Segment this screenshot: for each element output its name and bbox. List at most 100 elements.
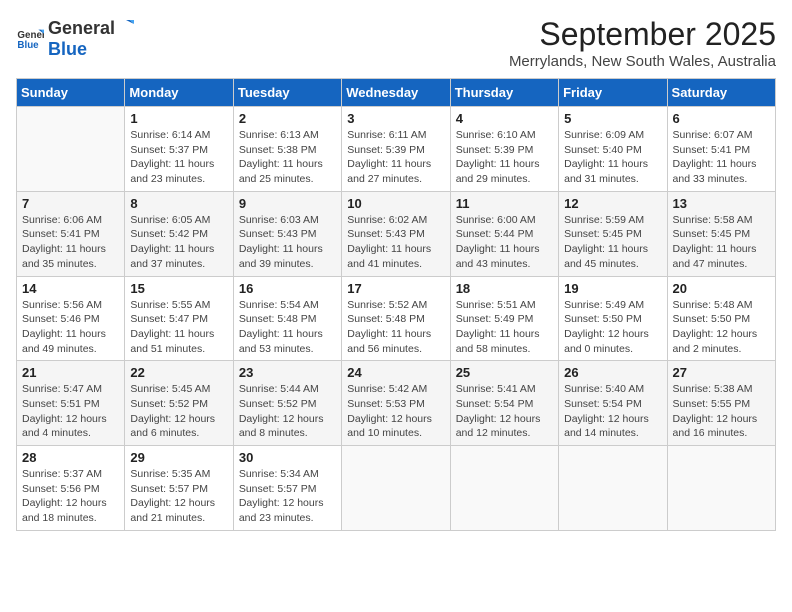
calendar-cell: 16Sunrise: 5:54 AM Sunset: 5:48 PM Dayli… [233,276,341,361]
calendar-cell: 3Sunrise: 6:11 AM Sunset: 5:39 PM Daylig… [342,107,450,192]
day-info: Sunrise: 5:59 AM Sunset: 5:45 PM Dayligh… [564,213,661,272]
day-info: Sunrise: 5:37 AM Sunset: 5:56 PM Dayligh… [22,467,119,526]
day-info: Sunrise: 6:13 AM Sunset: 5:38 PM Dayligh… [239,128,336,187]
day-info: Sunrise: 5:34 AM Sunset: 5:57 PM Dayligh… [239,467,336,526]
day-number: 4 [456,111,553,126]
day-number: 13 [673,196,770,211]
day-info: Sunrise: 5:41 AM Sunset: 5:54 PM Dayligh… [456,382,553,441]
day-info: Sunrise: 6:05 AM Sunset: 5:42 PM Dayligh… [130,213,227,272]
calendar-table: SundayMondayTuesdayWednesdayThursdayFrid… [16,78,776,531]
day-info: Sunrise: 6:07 AM Sunset: 5:41 PM Dayligh… [673,128,770,187]
day-number: 14 [22,281,119,296]
day-of-week-header: Thursday [450,79,558,107]
day-info: Sunrise: 6:00 AM Sunset: 5:44 PM Dayligh… [456,213,553,272]
calendar-cell: 4 Sunrise: 6:10 AM Sunset: 5:39 PM Daylig… [450,107,558,192]
calendar-cell: 7 Sunrise: 6:06 AM Sunset: 5:41 PM Daylig… [17,191,125,276]
day-number: 7 [22,196,119,211]
day-number: 3 [347,111,444,126]
day-number: 20 [673,281,770,296]
day-number: 25 [456,365,553,380]
calendar-cell: 26Sunrise: 5:40 AM Sunset: 5:54 PM Dayli… [559,361,667,446]
day-number: 1 [130,111,227,126]
calendar-cell: 12 Sunrise: 5:59 AM Sunset: 5:45 PM Dayli… [559,191,667,276]
day-of-week-header: Saturday [667,79,775,107]
calendar-cell: 29 Sunrise: 5:35 AM Sunset: 5:57 PM Dayli… [125,446,233,531]
month-title: September 2025 [509,16,776,53]
day-info: Sunrise: 6:06 AM Sunset: 5:41 PM Dayligh… [22,213,119,272]
day-info: Sunrise: 5:35 AM Sunset: 5:57 PM Dayligh… [130,467,227,526]
day-number: 5 [564,111,661,126]
calendar-cell: 27 Sunrise: 5:38 AM Sunset: 5:55 PM Dayli… [667,361,775,446]
day-info: Sunrise: 6:09 AM Sunset: 5:40 PM Dayligh… [564,128,661,187]
calendar-cell: 17 Sunrise: 5:52 AM Sunset: 5:48 PM Dayli… [342,276,450,361]
day-info: Sunrise: 5:38 AM Sunset: 5:55 PM Dayligh… [673,382,770,441]
day-number: 12 [564,196,661,211]
calendar-cell: 21 Sunrise: 5:47 AM Sunset: 5:51 PM Dayli… [17,361,125,446]
day-info: Sunrise: 5:54 AM Sunset: 5:48 PM Dayligh… [239,298,336,357]
day-number: 8 [130,196,227,211]
day-info: Sunrise: 5:49 AM Sunset: 5:50 PM Dayligh… [564,298,661,357]
calendar-week-row: 7 Sunrise: 6:06 AM Sunset: 5:41 PM Daylig… [17,191,776,276]
day-info: Sunrise: 6:03 AM Sunset: 5:43 PM Dayligh… [239,213,336,272]
logo-text-blue: Blue [48,39,87,59]
day-info: Sunrise: 5:44 AM Sunset: 5:52 PM Dayligh… [239,382,336,441]
day-info: Sunrise: 5:52 AM Sunset: 5:48 PM Dayligh… [347,298,444,357]
calendar-cell [450,446,558,531]
day-number: 9 [239,196,336,211]
calendar-cell: 20 Sunrise: 5:48 AM Sunset: 5:50 PM Dayli… [667,276,775,361]
calendar-cell: 5 Sunrise: 6:09 AM Sunset: 5:40 PM Daylig… [559,107,667,192]
calendar-cell: 18 Sunrise: 5:51 AM Sunset: 5:49 PM Dayli… [450,276,558,361]
day-number: 26 [564,365,661,380]
day-number: 15 [130,281,227,296]
calendar-body: 1 Sunrise: 6:14 AM Sunset: 5:37 PM Daylig… [17,107,776,531]
calendar-cell: 2 Sunrise: 6:13 AM Sunset: 5:38 PM Daylig… [233,107,341,192]
day-info: Sunrise: 6:14 AM Sunset: 5:37 PM Dayligh… [130,128,227,187]
logo-bird-icon [116,16,134,34]
day-number: 19 [564,281,661,296]
days-of-week-row: SundayMondayTuesdayWednesdayThursdayFrid… [17,79,776,107]
day-number: 21 [22,365,119,380]
calendar-cell [559,446,667,531]
day-number: 18 [456,281,553,296]
calendar-cell: 8 Sunrise: 6:05 AM Sunset: 5:42 PM Daylig… [125,191,233,276]
day-info: Sunrise: 6:10 AM Sunset: 5:39 PM Dayligh… [456,128,553,187]
calendar-week-row: 21 Sunrise: 5:47 AM Sunset: 5:51 PM Dayli… [17,361,776,446]
day-info: Sunrise: 5:48 AM Sunset: 5:50 PM Dayligh… [673,298,770,357]
calendar-week-row: 28Sunrise: 5:37 AM Sunset: 5:56 PM Dayli… [17,446,776,531]
day-number: 10 [347,196,444,211]
calendar-cell: 13Sunrise: 5:58 AM Sunset: 5:45 PM Dayli… [667,191,775,276]
calendar-cell: 28Sunrise: 5:37 AM Sunset: 5:56 PM Dayli… [17,446,125,531]
calendar-header: SundayMondayTuesdayWednesdayThursdayFrid… [17,79,776,107]
day-number: 2 [239,111,336,126]
day-info: Sunrise: 5:47 AM Sunset: 5:51 PM Dayligh… [22,382,119,441]
calendar-cell: 22 Sunrise: 5:45 AM Sunset: 5:52 PM Dayli… [125,361,233,446]
calendar-week-row: 1 Sunrise: 6:14 AM Sunset: 5:37 PM Daylig… [17,107,776,192]
calendar-cell: 23 Sunrise: 5:44 AM Sunset: 5:52 PM Dayli… [233,361,341,446]
day-number: 27 [673,365,770,380]
day-of-week-header: Friday [559,79,667,107]
logo: General Blue General Blue [16,16,135,60]
day-number: 24 [347,365,444,380]
calendar-week-row: 14Sunrise: 5:56 AM Sunset: 5:46 PM Dayli… [17,276,776,361]
day-number: 30 [239,450,336,465]
calendar-cell: 15Sunrise: 5:55 AM Sunset: 5:47 PM Dayli… [125,276,233,361]
calendar-cell [17,107,125,192]
day-number: 23 [239,365,336,380]
calendar-cell: 30 Sunrise: 5:34 AM Sunset: 5:57 PM Dayli… [233,446,341,531]
calendar-cell: 24Sunrise: 5:42 AM Sunset: 5:53 PM Dayli… [342,361,450,446]
title-area: September 2025 Merrylands, New South Wal… [509,16,776,70]
location-title: Merrylands, New South Wales, Australia [509,53,776,70]
day-number: 22 [130,365,227,380]
calendar-cell [667,446,775,531]
calendar-cell: 10Sunrise: 6:02 AM Sunset: 5:43 PM Dayli… [342,191,450,276]
day-number: 17 [347,281,444,296]
logo-text-general: General [48,18,115,39]
calendar-cell: 1 Sunrise: 6:14 AM Sunset: 5:37 PM Daylig… [125,107,233,192]
day-info: Sunrise: 5:51 AM Sunset: 5:49 PM Dayligh… [456,298,553,357]
day-number: 11 [456,196,553,211]
calendar-cell: 6 Sunrise: 6:07 AM Sunset: 5:41 PM Daylig… [667,107,775,192]
day-number: 6 [673,111,770,126]
calendar-cell: 14Sunrise: 5:56 AM Sunset: 5:46 PM Dayli… [17,276,125,361]
day-info: Sunrise: 5:45 AM Sunset: 5:52 PM Dayligh… [130,382,227,441]
day-number: 29 [130,450,227,465]
